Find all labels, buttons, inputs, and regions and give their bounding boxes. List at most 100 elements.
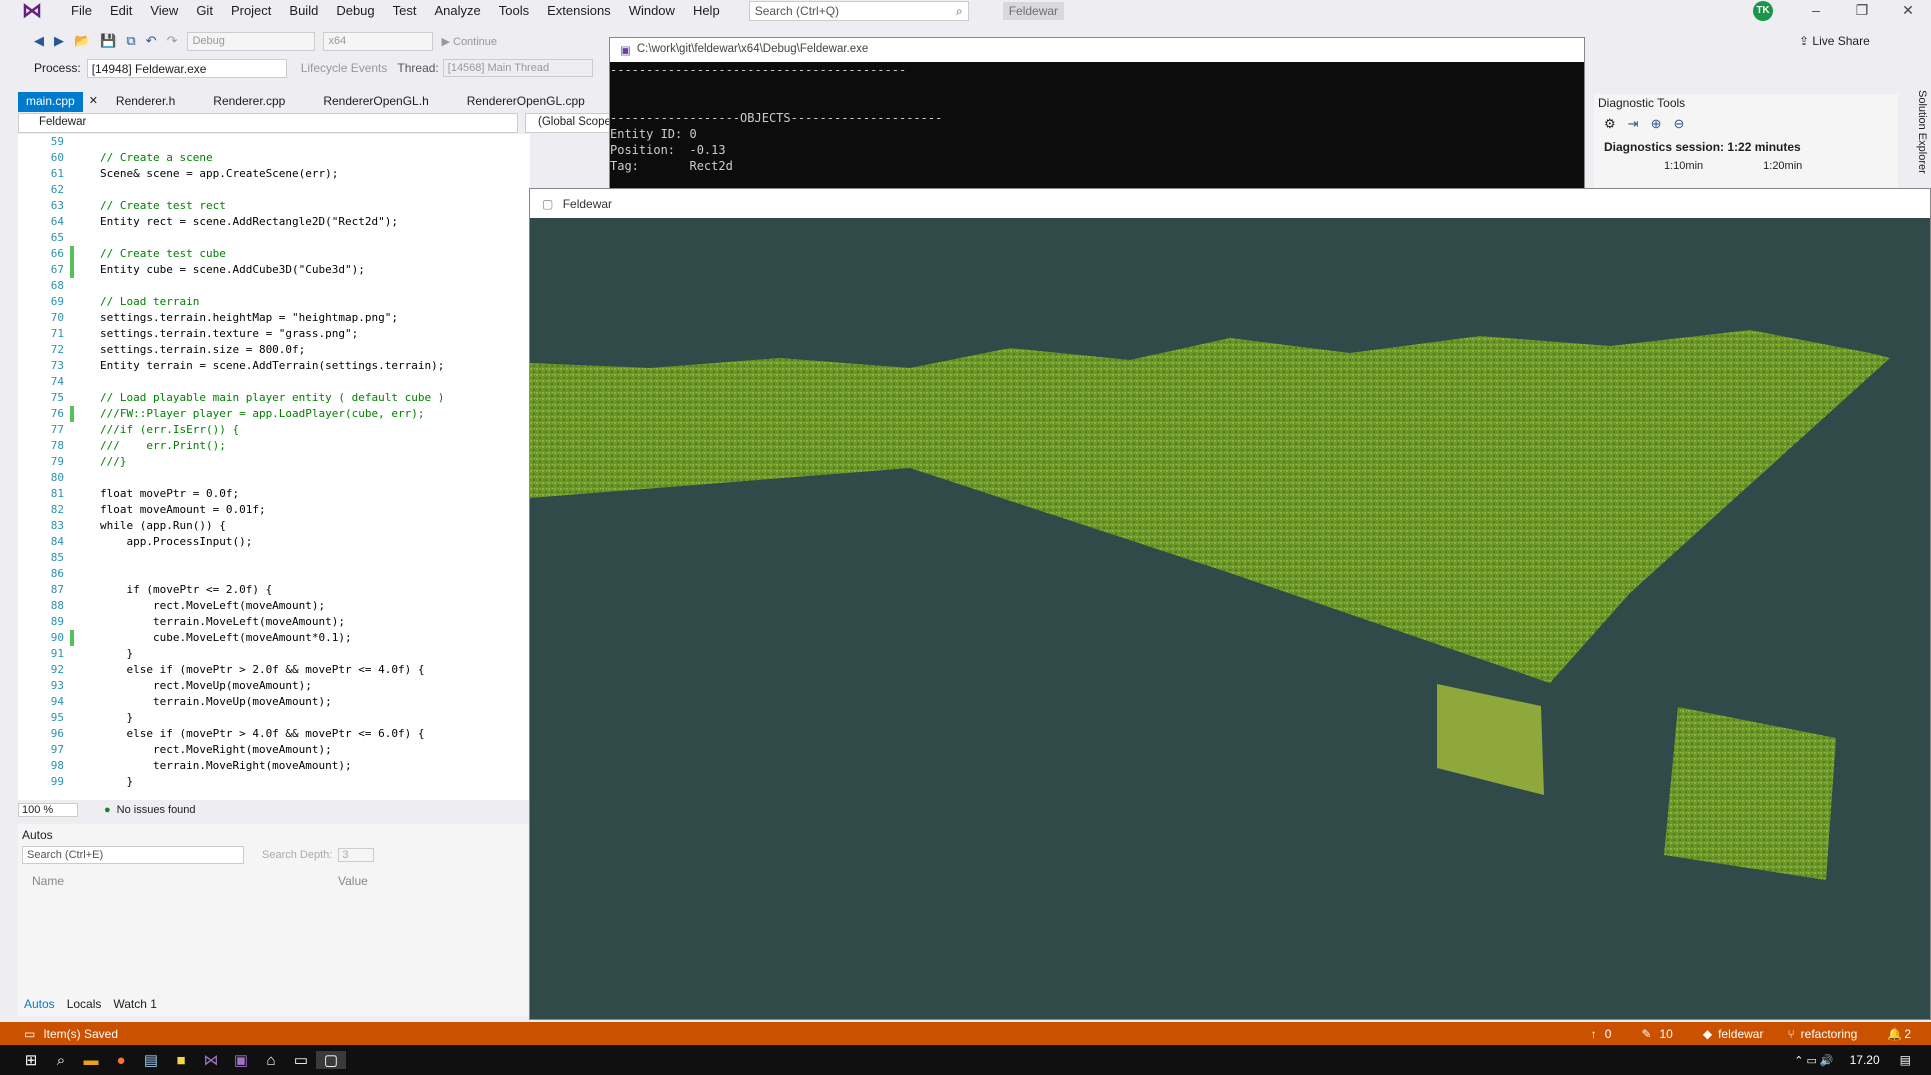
redo-icon[interactable]: ↷ [167,33,178,49]
live-share-button[interactable]: ⇪ Live Share [1799,34,1870,48]
autos-search-input[interactable]: Search (Ctrl+E) [22,846,244,864]
search-input[interactable]: Search (Ctrl+Q) ⌕ [748,1,969,21]
game-viewport[interactable] [530,218,1930,1019]
line-number: 93 [50,679,64,692]
code-line: 78 /// err.Print(); [18,438,530,454]
config-combo[interactable]: Debug [187,31,316,51]
up-arrow-icon[interactable]: ↑ [1591,1027,1597,1041]
tab-renderer-h[interactable]: Renderer.h [108,92,183,112]
console-taskbar-icon[interactable]: ▭ [286,1051,316,1069]
autos-tabs: Autos Locals Watch 1 [18,995,163,1013]
firefox-icon[interactable]: ● [106,1052,136,1069]
code-line: 70 settings.terrain.heightMap = "heightma… [18,310,530,326]
change-bar [70,454,82,470]
menu-debug[interactable]: Debug [327,0,383,22]
menu-tools[interactable]: Tools [490,0,538,22]
continue-button[interactable]: ▶ Continue [441,35,497,48]
save-all-icon[interactable]: ⧉ [126,33,135,49]
notification-icon[interactable]: 🔔 [1887,1027,1902,1041]
code-text: } [100,775,134,788]
platform-combo[interactable]: x64 [323,31,434,51]
terminal-icon[interactable]: ▣ [226,1051,256,1069]
open-icon[interactable]: 📂 [74,33,90,49]
game-window[interactable]: ▢ Feldewar [529,188,1931,1020]
repo-icon[interactable]: ◆ [1703,1027,1712,1041]
search-taskbar-icon[interactable]: ⌕ [46,1052,76,1069]
sticky-notes-icon[interactable]: ■ [166,1052,196,1069]
code-line: 92 else if (movePtr > 2.0f && movePtr <=… [18,662,530,678]
minimize-icon[interactable]: – [1808,2,1824,18]
close-tab-icon[interactable]: ✕ [89,94,98,112]
autos-panel: Autos Search (Ctrl+E) Search Depth: 3 Na… [18,824,530,1016]
tab-renderer-cpp[interactable]: Renderer.cpp [205,92,293,112]
tray-icons[interactable]: ⌃ ▭ 🔊 [1794,1054,1833,1067]
menu-analyze[interactable]: Analyze [425,0,489,22]
menu-view[interactable]: View [141,0,187,22]
game-taskbar-icon[interactable]: ▢ [316,1051,346,1069]
code-text: else if (movePtr > 4.0f && movePtr <= 6.… [100,727,425,740]
change-bar [70,326,82,342]
code-line: 97 rect.MoveRight(moveAmount); [18,742,530,758]
console-icon: ▣ [620,45,631,57]
rect-2d [1437,684,1544,795]
save-icon[interactable]: 💾 [100,33,116,49]
menu-git[interactable]: Git [187,0,222,22]
branch-icon[interactable]: ⑂ [1787,1027,1794,1041]
visual-studio-icon[interactable]: ⋈ [196,1051,226,1069]
change-bar [70,358,82,374]
search-depth-combo[interactable]: 3 [338,848,375,862]
thread-combo[interactable]: [14568] Main Thread [442,59,593,77]
code-line: 77 ///if (err.IsErr()) { [18,422,530,438]
zoom-out-icon[interactable]: ⊖ [1673,116,1684,132]
windows-start-icon[interactable]: ⊞ [16,1051,46,1069]
avatar[interactable]: TK [1753,1,1773,21]
menu-file[interactable]: File [62,0,101,22]
console-line: ------------------OBJECTS---------------… [610,111,943,125]
solution-explorer-tab[interactable]: Solution Explorer [1908,90,1928,190]
autos-tab-watch-1[interactable]: Watch 1 [107,995,163,1013]
restore-icon[interactable]: ❐ [1854,2,1870,19]
project-navigation[interactable]: Feldewar [18,113,518,133]
tab-main-cpp[interactable]: main.cpp [18,92,83,112]
notepad-icon[interactable]: ▤ [136,1051,166,1069]
menu-edit[interactable]: Edit [101,0,141,22]
console-window[interactable]: ▣ C:\work\git\feldewar\x64\Debug\Feldewa… [609,37,1585,189]
zoom-combo[interactable]: 100 % [18,803,78,817]
forward-icon[interactable]: ▶ [54,33,64,49]
undo-icon[interactable]: ↶ [146,33,157,49]
code-text: ///if (err.IsErr()) { [100,423,240,436]
menu-help[interactable]: Help [684,0,729,22]
action-center-icon[interactable]: ▤ [1900,1053,1911,1067]
line-number: 64 [50,215,64,228]
scope-navigation[interactable]: (Global Scope) [525,113,610,133]
file-explorer-icon[interactable]: ▬ [76,1052,106,1069]
menu-build[interactable]: Build [280,0,327,22]
code-editor[interactable]: 59 60 // Create a scene 61 Scene& scene = ap… [18,134,530,800]
menu-project[interactable]: Project [222,0,280,22]
code-line: 75 // Load playable main player entity ( … [18,390,530,406]
menu-extensions[interactable]: Extensions [538,0,620,22]
code-text: // Create a scene [100,151,213,164]
tab-rendereropengl-h[interactable]: RendererOpenGL.h [315,92,436,112]
process-combo[interactable]: [14948] Feldewar.exe [86,58,287,78]
line-number: 76 [50,407,64,420]
menu-test[interactable]: Test [384,0,426,22]
export-icon[interactable]: ⇥ [1628,116,1639,132]
zoom-in-icon[interactable]: ⊕ [1651,116,1662,132]
autos-tab-locals[interactable]: Locals [61,995,108,1013]
change-bar [70,374,82,390]
gear-icon[interactable]: ⚙ [1604,116,1616,132]
close-icon[interactable]: ✕ [1900,2,1916,19]
menu-window[interactable]: Window [620,0,684,22]
console-line: Entity ID: 0 [610,127,697,141]
autos-tab-autos[interactable]: Autos [18,995,61,1013]
lifecycle-events[interactable]: Lifecycle Events [301,61,388,75]
change-bar [70,310,82,326]
network-icon[interactable]: ⌂ [256,1052,286,1069]
code-text: rect.MoveLeft(moveAmount); [100,599,326,612]
back-icon[interactable]: ◀ [34,33,44,49]
pencil-icon[interactable]: ✎ [1641,1027,1651,1041]
autos-columns: Name Value [32,874,368,888]
code-line: 88 rect.MoveLeft(moveAmount); [18,598,530,614]
tab-rendereropengl-cpp[interactable]: RendererOpenGL.cpp [459,92,593,112]
